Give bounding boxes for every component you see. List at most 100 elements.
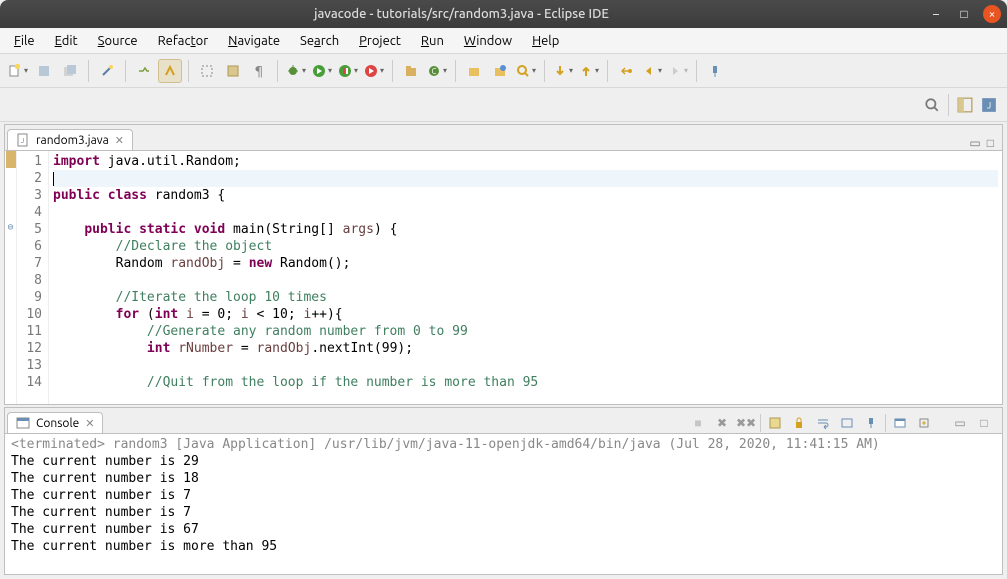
debug-button[interactable] [284,59,308,83]
toolbar-separator [696,60,697,82]
main-toolbar: ¶ C [0,54,1007,88]
code-editor[interactable]: ⊖ 1234567891011121314 import java.util.R… [5,151,1002,404]
remove-all-button[interactable]: ✖✖ [736,413,756,433]
editor-tabs: J random3.java ✕ ▭ □ [5,125,1002,151]
console-line: The current number is more than 95 [11,538,996,555]
maximize-button[interactable]: □ [955,5,973,23]
code-line-4[interactable] [53,204,998,221]
code-line-3[interactable]: public class random3 { [53,187,998,204]
word-wrap-button[interactable] [813,413,833,433]
show-console-button[interactable] [837,413,857,433]
search-button[interactable] [514,59,538,83]
toolbar-separator [455,60,456,82]
open-task-button[interactable] [488,59,512,83]
console-tab[interactable]: Console ✕ [7,412,103,433]
block-select-button[interactable] [195,59,219,83]
menu-refactor[interactable]: Refactor [150,31,217,51]
toolbar-separator [544,60,545,82]
code-line-5[interactable]: public static void main(String[] args) { [53,221,998,238]
minimize-view-icon[interactable]: ▭ [969,136,980,150]
toggle-mark-occurrences[interactable] [158,59,182,83]
menu-help[interactable]: Help [524,31,567,51]
code-line-11[interactable]: //Generate any random number from 0 to 9… [53,323,998,340]
java-file-icon: J [16,133,30,147]
prev-annotation[interactable] [577,59,601,83]
pin-console-button[interactable] [861,413,881,433]
code-line-12[interactable]: int rNumber = randObj.nextInt(99); [53,340,998,357]
forward-button[interactable] [666,59,690,83]
console-line: The current number is 7 [11,504,996,521]
toggle-breadcrumb[interactable] [132,59,156,83]
pin-button[interactable] [703,59,727,83]
close-button[interactable]: × [983,5,1001,23]
new-button[interactable] [6,59,30,83]
code-line-6[interactable]: //Declare the object [53,238,998,255]
line-number-gutter: 1234567891011121314 [17,151,49,404]
ext-tools-button[interactable] [362,59,386,83]
terminate-button[interactable]: ■ [688,413,708,433]
console-tabs: Console ✕ ■ ✖ ✖✖ ▭ □ [5,408,1002,434]
menu-navigate[interactable]: Navigate [220,31,288,51]
editor-tab-random3[interactable]: J random3.java ✕ [7,129,133,150]
wand-button[interactable] [95,59,119,83]
new-java-package[interactable] [399,59,423,83]
code-line-9[interactable]: //Iterate the loop 10 times [53,289,998,306]
scroll-lock-button[interactable] [789,413,809,433]
separator [948,94,949,116]
toolbar-separator [125,60,126,82]
code-line-7[interactable]: Random randObj = new Random(); [53,255,998,272]
code-line-14[interactable]: //Quit from the loop if the number is mo… [53,374,998,391]
menu-search[interactable]: Search [292,31,347,51]
console-tab-label: Console [36,417,79,430]
menu-bar: FileEditSourceRefactorNavigateSearchProj… [0,28,1007,54]
console-launch-header: <terminated> random3 [Java Application] … [11,436,996,453]
pilcrow-button[interactable]: ¶ [247,59,271,83]
editor-tab-label: random3.java [36,134,109,147]
svg-text:J: J [21,137,24,145]
window-title: javacode - tutorials/src/random3.java - … [6,7,917,21]
console-line: The current number is 7 [11,487,996,504]
save-button[interactable] [32,59,56,83]
toolbar-separator [188,60,189,82]
code-line-1[interactable]: import java.util.Random; [53,153,998,170]
code-line-8[interactable] [53,272,998,289]
menu-project[interactable]: Project [351,31,409,51]
close-tab-icon[interactable]: ✕ [115,134,124,147]
next-annotation[interactable] [551,59,575,83]
code-line-13[interactable] [53,357,998,374]
perspective-bar: J [0,88,1007,122]
remove-launch-button[interactable]: ✖ [712,413,732,433]
back-button[interactable] [640,59,664,83]
menu-edit[interactable]: Edit [47,31,86,51]
toolbar-separator [88,60,89,82]
minimize-button[interactable]: – [927,5,945,23]
console-area: Console ✕ ■ ✖ ✖✖ ▭ □ <terminated> random… [4,407,1003,575]
new-java-class[interactable]: C [425,59,449,83]
clear-console-button[interactable] [765,413,785,433]
open-type-button[interactable] [462,59,486,83]
svg-text:J: J [987,99,992,110]
maximize-console-icon[interactable]: □ [974,413,994,433]
menu-run[interactable]: Run [413,31,452,51]
coverage-button[interactable] [336,59,360,83]
open-perspective-button[interactable] [957,97,973,113]
code-line-10[interactable]: for (int i = 0; i < 10; i++){ [53,306,998,323]
run-button[interactable] [310,59,334,83]
code-line-2[interactable] [53,170,998,187]
close-console-icon[interactable]: ✕ [85,417,94,430]
open-console-dropdown[interactable] [914,413,934,433]
code-text[interactable]: import java.util.Random; public class ran… [49,151,1002,404]
search-icon[interactable] [924,97,940,113]
console-output[interactable]: <terminated> random3 [Java Application] … [5,434,1002,574]
save-all-button[interactable] [58,59,82,83]
maximize-view-icon[interactable]: □ [987,136,994,150]
window-titlebar: javacode - tutorials/src/random3.java - … [0,0,1007,28]
show-whitespace-button[interactable] [221,59,245,83]
java-perspective-button[interactable]: J [981,97,997,113]
menu-window[interactable]: Window [456,31,520,51]
menu-source[interactable]: Source [90,31,146,51]
minimize-console-icon[interactable]: ▭ [950,413,970,433]
menu-file[interactable]: File [6,31,43,51]
last-edit-button[interactable] [614,59,638,83]
display-console-dropdown[interactable] [890,413,910,433]
